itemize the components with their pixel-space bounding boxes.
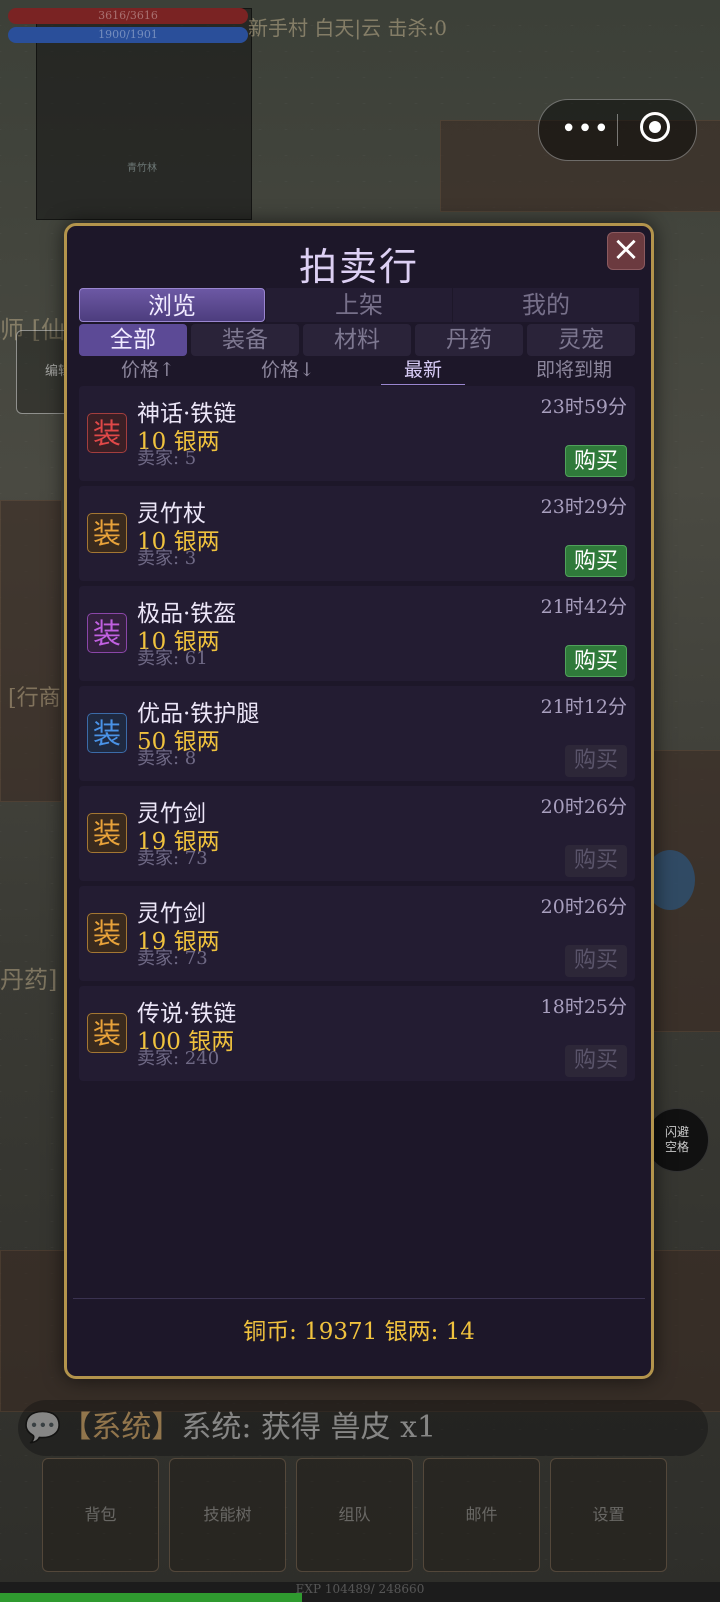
capsule-divider [617, 114, 618, 146]
category-all[interactable]: 全部 [79, 324, 187, 356]
item-time-left: 21时12分 [540, 696, 627, 718]
sort-price-desc[interactable]: 价格↓ [243, 358, 333, 384]
status-text: 新手村 白天|云 击杀:0 [248, 16, 447, 40]
currency-balance: 铜币: 19371 银两: 14 [243, 1319, 475, 1345]
item-seller: 卖家: 3 [137, 548, 197, 569]
npc-tag: 丹药] [0, 966, 58, 994]
tab-mine[interactable]: 我的 [453, 288, 639, 322]
item-time-left: 23时59分 [540, 396, 627, 418]
item-time-left: 23时29分 [540, 496, 627, 518]
equipment-badge-icon: 装 [87, 1013, 127, 1053]
mp-bar: 1900/1901 [8, 27, 248, 43]
auction-tabs: 浏览 上架 我的 [79, 288, 639, 322]
auction-panel: 拍卖行 × 浏览 上架 我的 全部 装备 材料 丹药 灵宠 价格↑ 价格↓ 最新… [64, 223, 654, 1379]
buy-button[interactable]: 购买 [565, 545, 627, 577]
item-time-left: 20时26分 [540, 896, 627, 918]
category-pets[interactable]: 灵宠 [527, 324, 635, 356]
bag-button[interactable]: 背包 [42, 1458, 159, 1572]
auction-item: 装 优品·铁护腿 50 银两 卖家: 8 21时12分 购买 [79, 686, 635, 781]
buy-button-disabled: 购买 [565, 1045, 627, 1077]
dodge-button[interactable]: 闪避 空格 [645, 1108, 709, 1172]
more-icon[interactable]: ••• [561, 114, 610, 144]
mini-program-capsule: ••• [538, 99, 697, 161]
item-seller: 卖家: 73 [137, 848, 208, 869]
dodge-key: 空格 [664, 1140, 689, 1154]
auction-item: 装 神话·铁链 10 银两 卖家: 5 23时59分 购买 [79, 386, 635, 481]
sort-expiring[interactable]: 即将到期 [519, 358, 629, 384]
buy-button-disabled: 购买 [565, 945, 627, 977]
sort-price-asc[interactable]: 价格↑ [103, 358, 193, 384]
equipment-badge-icon: 装 [87, 613, 127, 653]
buy-button-disabled: 购买 [565, 745, 627, 777]
bottom-menu: 背包 技能树 组队 邮件 设置 [40, 1458, 690, 1578]
background-building [0, 500, 62, 802]
item-seller: 卖家: 5 [137, 448, 197, 469]
buy-button[interactable]: 购买 [565, 445, 627, 477]
equipment-badge-icon: 装 [87, 413, 127, 453]
auction-item: 装 传说·铁链 100 银两 卖家: 240 18时25分 购买 [79, 986, 635, 1081]
equipment-badge-icon: 装 [87, 713, 127, 753]
sort-options: 价格↑ 价格↓ 最新 即将到期 [79, 358, 639, 385]
auction-item: 装 灵竹杖 10 银两 卖家: 3 23时29分 购买 [79, 486, 635, 581]
hp-bar: 3616/3616 [8, 8, 248, 24]
auction-item: 装 灵竹剑 19 银两 卖家: 73 20时26分 购买 [79, 886, 635, 981]
chat-channel-tag: 【系统】 [61, 1410, 182, 1445]
item-seller: 卖家: 8 [137, 748, 197, 769]
minimap-label: 青竹林 [127, 163, 157, 174]
chat-icon: 💬 [24, 1410, 62, 1445]
item-time-left: 20时26分 [540, 796, 627, 818]
category-pills[interactable]: 丹药 [415, 324, 523, 356]
category-equipment[interactable]: 装备 [191, 324, 299, 356]
auction-item: 装 极品·铁盔 10 银两 卖家: 61 21时42分 购买 [79, 586, 635, 681]
close-program-icon[interactable] [640, 112, 670, 142]
item-seller: 卖家: 240 [137, 1048, 220, 1069]
equipment-badge-icon: 装 [87, 513, 127, 553]
exp-text: EXP 104489/ 248660 [295, 1582, 425, 1596]
buy-button[interactable]: 购买 [565, 645, 627, 677]
close-button[interactable]: × [607, 232, 645, 270]
item-seller: 卖家: 61 [137, 648, 208, 669]
player-bars: 3616/3616 1900/1901 [8, 8, 248, 46]
npc-tag: [行商 [8, 686, 61, 711]
dodge-label: 闪避 [664, 1125, 689, 1139]
item-time-left: 21时42分 [540, 596, 627, 618]
item-time-left: 18时25分 [540, 996, 627, 1018]
item-seller: 卖家: 73 [137, 948, 208, 969]
divider [73, 1298, 645, 1299]
chat-message: 系统: 获得 兽皮 x1 [181, 1410, 437, 1445]
panel-title: 拍卖行 [298, 245, 419, 289]
settings-button[interactable]: 设置 [550, 1458, 667, 1572]
sort-newest[interactable]: 最新 [381, 358, 465, 385]
auction-item: 装 灵竹剑 19 银两 卖家: 73 20时26分 购买 [79, 786, 635, 881]
buy-button-disabled: 购买 [565, 845, 627, 877]
chat-bar[interactable]: 💬【系统】系统: 获得 兽皮 x1 [18, 1400, 708, 1456]
team-button[interactable]: 组队 [296, 1458, 413, 1572]
tab-list-item[interactable]: 上架 [266, 288, 452, 322]
skill-tree-button[interactable]: 技能树 [169, 1458, 286, 1572]
category-filter: 全部 装备 材料 丹药 灵宠 [79, 324, 639, 356]
equipment-badge-icon: 装 [87, 813, 127, 853]
mail-button[interactable]: 邮件 [423, 1458, 540, 1572]
equipment-badge-icon: 装 [87, 913, 127, 953]
tab-browse[interactable]: 浏览 [79, 288, 265, 322]
category-materials[interactable]: 材料 [303, 324, 411, 356]
